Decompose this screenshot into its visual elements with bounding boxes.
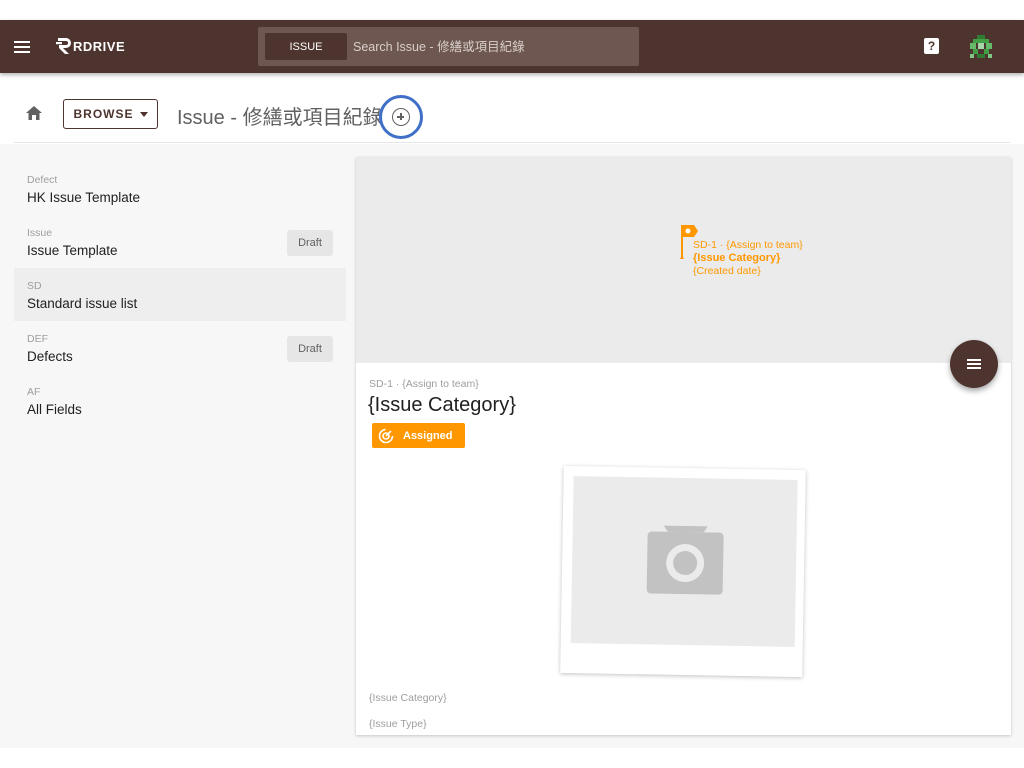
add-template-button[interactable] — [379, 95, 423, 139]
marker-line-3: {Created date} — [693, 265, 761, 277]
home-icon[interactable] — [26, 106, 42, 120]
card-title: {Issue Category} — [368, 394, 516, 416]
add-circle-icon — [392, 108, 410, 126]
caret-down-icon — [139, 111, 148, 117]
map-marker-label: SD-1 · {Assign to team} {Issue Category}… — [693, 239, 803, 278]
template-name: All Fields — [27, 402, 82, 417]
field-issue-category: {Issue Category} — [369, 692, 447, 704]
template-name: Standard issue list — [27, 296, 138, 311]
list-item[interactable]: SD Standard issue list — [14, 268, 346, 321]
issue-preview-card: SD-1 · {Assign to team} {Issue Category}… — [356, 157, 1011, 735]
photo-area — [570, 476, 798, 647]
status-badge[interactable]: Assigned — [372, 423, 465, 448]
camera-icon — [646, 525, 724, 595]
template-code: SD — [27, 280, 42, 292]
menu-icon — [967, 357, 981, 371]
logo-text: RDRIVE — [73, 38, 126, 54]
status-label: Assigned — [403, 429, 453, 442]
top-app-bar: RDRIVE ISSUE ? — [0, 20, 1024, 73]
search-bar: ISSUE — [258, 27, 639, 66]
help-icon[interactable]: ? — [924, 38, 939, 54]
card-subtitle: SD-1 · {Assign to team} — [369, 378, 479, 390]
list-item[interactable]: Issue Issue Template Draft — [14, 215, 346, 268]
hamburger-menu-icon[interactable] — [14, 38, 32, 54]
browse-label: BROWSE — [73, 107, 134, 121]
marker-line-1: SD-1 · {Assign to team} — [693, 239, 803, 251]
logo-mark-icon — [56, 38, 71, 54]
search-scope-chip[interactable]: ISSUE — [265, 33, 347, 60]
marker-line-2: {Issue Category} — [693, 252, 781, 264]
photo-placeholder[interactable] — [560, 465, 806, 678]
map-preview: SD-1 · {Assign to team} {Issue Category}… — [356, 157, 1011, 363]
template-name: HK Issue Template — [27, 190, 141, 205]
breadcrumb: BROWSE Issue - 修繕或項目紀錄 — [14, 73, 1010, 143]
list-item[interactable]: DEF Defects Draft — [14, 321, 346, 374]
user-avatar[interactable] — [968, 34, 994, 60]
template-code: Defect — [27, 174, 58, 186]
draft-badge: Draft — [287, 230, 333, 256]
draft-badge: Draft — [287, 336, 333, 362]
menu-fab-button[interactable] — [950, 340, 998, 388]
page-title: Issue - 修繕或項目紀錄 — [177, 107, 383, 129]
field-issue-type: {Issue Type} — [369, 718, 427, 730]
list-item[interactable]: Defect HK Issue Template — [14, 162, 346, 215]
template-code: AF — [27, 386, 41, 398]
browse-dropdown-button[interactable]: BROWSE — [63, 99, 158, 129]
progress-icon — [378, 428, 394, 443]
app-logo[interactable]: RDRIVE — [56, 36, 125, 56]
search-input[interactable] — [353, 33, 639, 60]
list-item[interactable]: AF All Fields — [14, 374, 346, 427]
template-list: Defect HK Issue Template Issue Issue Tem… — [14, 162, 346, 427]
